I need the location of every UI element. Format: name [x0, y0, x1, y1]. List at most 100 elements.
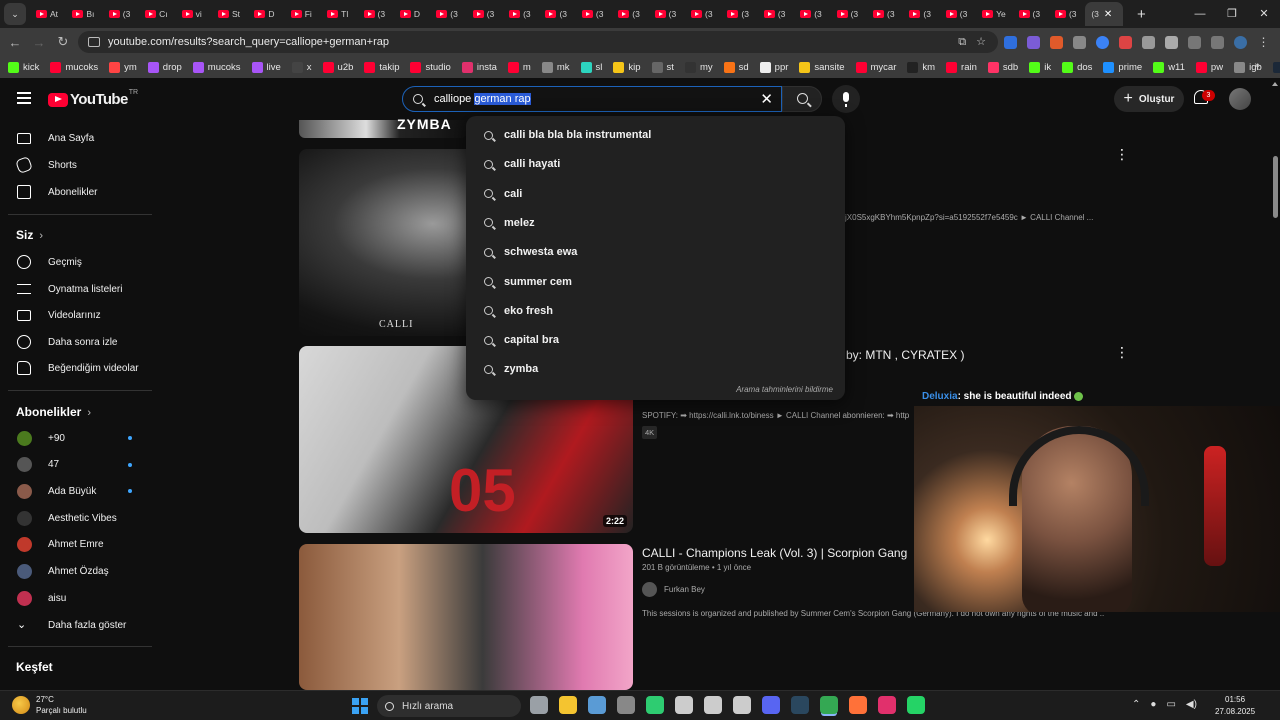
sidebar-item-playlists[interactable]: Oynatma listeleri: [0, 276, 152, 302]
bookmark-item[interactable]: ym: [109, 61, 137, 73]
active-browser-tab[interactable]: (3 ✕: [1085, 2, 1124, 26]
store-icon[interactable]: [588, 696, 606, 714]
extension-icon[interactable]: [1119, 35, 1132, 49]
more-options-icon[interactable]: [1115, 146, 1129, 163]
bookmark-item[interactable]: dos: [1062, 61, 1092, 73]
report-predictions-link[interactable]: Arama tahminlerini bildirme: [736, 385, 833, 394]
sidebar-item-your-videos[interactable]: Videolarınız: [0, 302, 152, 328]
show-more-button[interactable]: ⌄ Daha fazla göster: [0, 612, 152, 638]
channel-row[interactable]: Furkan Bey: [642, 582, 705, 597]
subscription-channel[interactable]: 47: [0, 452, 152, 478]
browser-tab[interactable]: D: [394, 2, 430, 26]
extension-icon[interactable]: [1096, 35, 1109, 49]
bookmark-item[interactable]: takip: [364, 61, 399, 73]
clear-search-icon[interactable]: ✕: [760, 90, 773, 108]
search-suggestion[interactable]: schwesta ewa: [466, 238, 845, 266]
bookmark-item[interactable]: st: [651, 61, 674, 73]
sidebar-item-history[interactable]: Geçmiş: [0, 249, 152, 275]
sidebar-item-home[interactable]: Ana Sayfa: [0, 125, 152, 151]
subscription-channel[interactable]: Ahmet Özdaş: [0, 559, 152, 585]
sidebar-item-liked-videos[interactable]: Beğendiğim videolar: [0, 355, 152, 381]
bookmark-item[interactable]: drop: [147, 61, 182, 73]
extension-icon[interactable]: [1004, 35, 1017, 49]
app-7-icon[interactable]: [704, 696, 722, 714]
bookmark-item[interactable]: sdb: [987, 61, 1018, 73]
file-explorer-icon[interactable]: [559, 696, 577, 714]
weather-widget[interactable]: 27°C Parçalı bulutlu: [12, 694, 87, 716]
browser-tab[interactable]: (3: [831, 2, 867, 26]
you-section-title[interactable]: Siz ›: [16, 228, 43, 242]
bookmark-item[interactable]: km: [907, 61, 935, 73]
bookmark-item[interactable]: live: [251, 61, 281, 73]
instagram-icon[interactable]: [878, 696, 896, 714]
browser-tab[interactable]: Fi: [285, 2, 321, 26]
app-8-icon[interactable]: [733, 696, 751, 714]
extension-icon[interactable]: [1073, 35, 1086, 49]
bookmark-item[interactable]: ppr: [759, 61, 788, 73]
browser-tab[interactable]: (3: [576, 2, 612, 26]
sidebar-item-watch-later[interactable]: Daha sonra izle: [0, 329, 152, 355]
bookmark-item[interactable]: m: [507, 61, 531, 73]
chrome-icon[interactable]: [820, 696, 838, 714]
forward-button[interactable]: →: [27, 35, 51, 50]
bookmark-item[interactable]: sansite: [799, 61, 845, 73]
bookmark-item[interactable]: w11: [1153, 61, 1185, 73]
search-suggestion[interactable]: calli bla bla bla instrumental: [466, 121, 845, 149]
browser-tab[interactable]: (3: [903, 2, 939, 26]
browser-tab[interactable]: (3: [867, 2, 903, 26]
extension-icon[interactable]: [1027, 35, 1040, 49]
bookmark-item[interactable]: mycar: [855, 61, 896, 73]
browser-tab[interactable]: (3: [649, 2, 685, 26]
browser-tab[interactable]: At: [30, 2, 66, 26]
puzzle-icon[interactable]: [1165, 35, 1178, 49]
media-icon[interactable]: [1188, 35, 1201, 49]
discord-icon[interactable]: [762, 696, 780, 714]
site-info-icon[interactable]: [88, 37, 100, 47]
close-tab-icon[interactable]: ✕: [1104, 9, 1112, 20]
maximize-button[interactable]: ❐: [1216, 0, 1248, 28]
more-options-icon[interactable]: [1115, 344, 1129, 361]
browser-tab[interactable]: (3: [539, 2, 575, 26]
install-app-icon[interactable]: ⧉: [958, 31, 966, 53]
profile-icon[interactable]: [1234, 35, 1247, 49]
browser-tab[interactable]: (3: [1049, 2, 1085, 26]
subscription-channel[interactable]: Ahmet Emre: [0, 532, 152, 558]
browser-tab[interactable]: (3: [721, 2, 757, 26]
search-suggestion[interactable]: cali: [466, 180, 845, 208]
bookmark-item[interactable]: my: [684, 61, 713, 73]
bookmark-item[interactable]: u2b: [322, 61, 353, 73]
bookmark-item[interactable]: rain: [946, 61, 977, 73]
browser-tab[interactable]: (3: [758, 2, 794, 26]
bookmark-item[interactable]: insta: [461, 61, 497, 73]
reload-button[interactable]: ↻: [51, 34, 75, 50]
account-avatar[interactable]: [1229, 88, 1251, 110]
create-button[interactable]: + Oluştur: [1114, 86, 1184, 112]
bookmark-star-icon[interactable]: ☆: [976, 31, 986, 53]
firefox-icon[interactable]: [849, 696, 867, 714]
browser-tab[interactable]: (3: [430, 2, 466, 26]
subscriptions-section-title[interactable]: Abonelikler ›: [16, 405, 91, 419]
bookmark-item[interactable]: pw: [1195, 61, 1223, 73]
new-tab-button[interactable]: +: [1129, 6, 1153, 23]
task-view-icon[interactable]: [530, 696, 548, 714]
search-suggestion[interactable]: calli hayati: [466, 150, 845, 178]
bookmark-item[interactable]: sl: [580, 61, 602, 73]
subscription-channel[interactable]: Aesthetic Vibes: [0, 505, 152, 531]
clock[interactable]: 01:56 27.08.2025: [1215, 694, 1255, 718]
microphone-icon[interactable]: ●: [1150, 699, 1156, 710]
extension-icon[interactable]: [1050, 35, 1063, 49]
scroll-up-arrow-icon[interactable]: [1272, 82, 1278, 86]
voice-search-button[interactable]: [832, 85, 860, 113]
steam-icon[interactable]: [791, 696, 809, 714]
search-suggestion[interactable]: zymba: [466, 355, 845, 383]
browser-tab[interactable]: (3: [103, 2, 139, 26]
search-suggestion[interactable]: capital bra: [466, 326, 845, 354]
bookmark-item[interactable]: sd: [723, 61, 749, 73]
close-window-button[interactable]: ✕: [1248, 0, 1280, 28]
bookmark-item[interactable]: kip: [613, 61, 641, 73]
browser-tab[interactable]: Tl: [321, 2, 357, 26]
headset-app-icon[interactable]: [646, 696, 664, 714]
search-suggestion[interactable]: melez: [466, 209, 845, 237]
subscription-channel[interactable]: aisu: [0, 585, 152, 611]
tab-search-button[interactable]: ⌄: [4, 3, 26, 25]
